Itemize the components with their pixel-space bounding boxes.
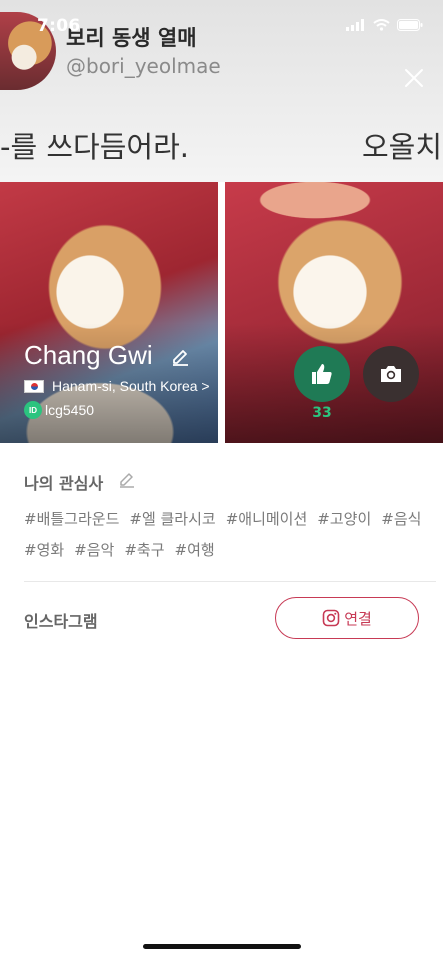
- profile-name: Chang Gwi: [24, 340, 153, 370]
- interest-tag[interactable]: #영화: [24, 539, 64, 560]
- username: @bori_yeolmae: [66, 54, 221, 78]
- pencil-icon[interactable]: [170, 346, 190, 366]
- location-link[interactable]: Hanam-si, South Korea >: [24, 378, 210, 394]
- interest-tag[interactable]: #애니메이션: [226, 508, 308, 529]
- like-button[interactable]: [294, 346, 350, 402]
- interests-title: 나의 관심사: [24, 474, 104, 493]
- interest-tag[interactable]: #여행: [175, 539, 215, 560]
- battery-icon: [397, 19, 423, 31]
- connect-label: 연결: [344, 609, 372, 628]
- banner-text-right: 오올치: [362, 130, 443, 164]
- id-badge-icon: ID: [24, 401, 42, 419]
- interest-tag[interactable]: #음식: [381, 508, 421, 529]
- status-bar: 7:06: [0, 0, 443, 44]
- camera-icon: [381, 366, 401, 382]
- pencil-icon[interactable]: [118, 470, 136, 488]
- wifi-icon: [373, 19, 390, 31]
- instagram-label: 인스타그램: [24, 612, 98, 631]
- interest-tag[interactable]: #배틀그라운드: [24, 508, 119, 529]
- signal-icon: [346, 19, 364, 31]
- close-icon[interactable]: [400, 64, 428, 92]
- divider: [24, 581, 436, 582]
- profile-photo-2[interactable]: [225, 182, 443, 443]
- banner-text-left: -를 쓰다듬어라.: [0, 130, 189, 164]
- interest-tag[interactable]: #축구: [124, 539, 164, 560]
- camera-button[interactable]: [363, 346, 419, 402]
- interest-tag[interactable]: #엘 클라시코: [129, 508, 215, 529]
- instagram-icon: [322, 609, 340, 627]
- thumbs-up-icon: [312, 364, 332, 384]
- user-id: lcg5450: [45, 402, 95, 418]
- like-count: 33: [312, 405, 332, 421]
- location-text: Hanam-si, South Korea >: [52, 378, 210, 394]
- user-id-row: ID lcg5450: [24, 401, 94, 419]
- interest-tag[interactable]: #음악: [74, 539, 114, 560]
- status-icons: [346, 19, 423, 31]
- instagram-connect-button[interactable]: 연결: [275, 597, 419, 639]
- flag-icon: [24, 379, 44, 393]
- status-time: 7:06: [37, 16, 81, 36]
- interest-tags: #배틀그라운드 #엘 클라시코 #애니메이션 #고양이 #음식 #영화 #음악 …: [24, 508, 424, 560]
- interest-tag[interactable]: #고양이: [317, 508, 371, 529]
- home-indicator[interactable]: [143, 944, 301, 949]
